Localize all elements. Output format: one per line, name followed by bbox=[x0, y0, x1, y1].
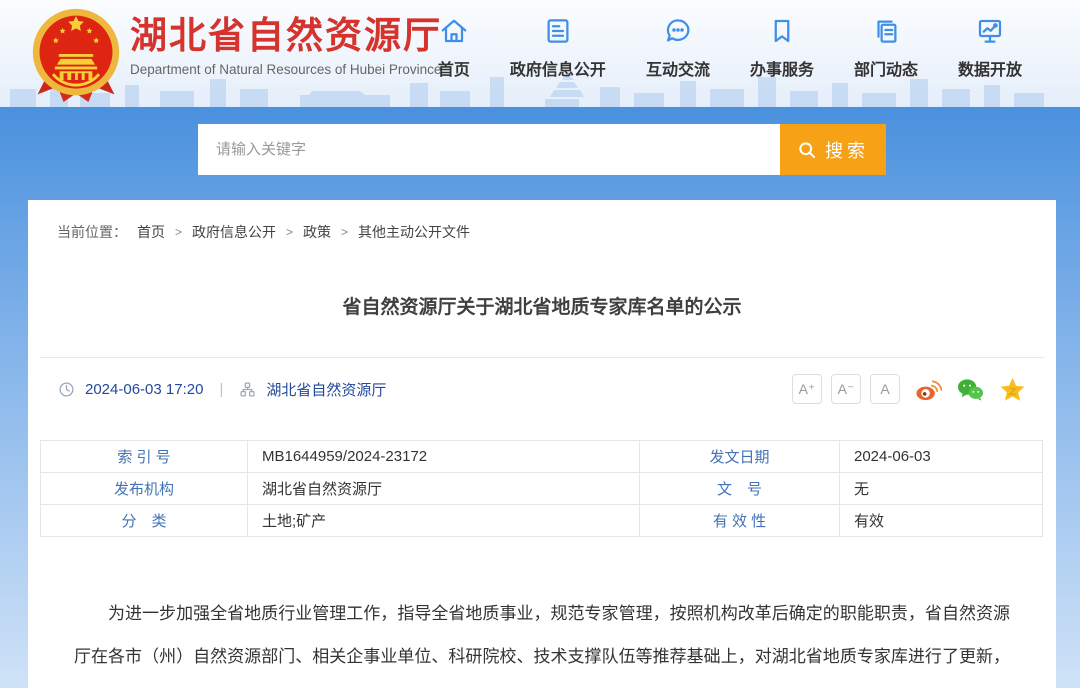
font-smaller-button[interactable]: A⁻ bbox=[831, 374, 861, 404]
breadcrumb-item-other-docs[interactable]: 其他主动公开文件 bbox=[358, 222, 470, 242]
field-label-issue-date: 发文日期 bbox=[640, 441, 840, 473]
font-larger-button[interactable]: A⁺ bbox=[792, 374, 822, 404]
field-label-document-number: 文 号 bbox=[640, 473, 840, 505]
breadcrumb-prefix: 当前位置： bbox=[57, 222, 127, 242]
breadcrumb-separator: > bbox=[286, 225, 293, 239]
weibo-share-icon[interactable] bbox=[915, 376, 942, 403]
article-meta-row: 2024-06-03 17:20 | 湖北省自然资源厅 A⁺ A⁻ A bbox=[58, 358, 1026, 420]
breadcrumb-separator: > bbox=[175, 225, 182, 239]
nav-item-department-news[interactable]: 部门动态 bbox=[854, 16, 918, 80]
data-monitor-icon bbox=[975, 16, 1005, 46]
field-value-issuing-agency: 湖北省自然资源厅 bbox=[248, 473, 640, 505]
nav-label: 数据开放 bbox=[958, 56, 1022, 80]
meta-right: A⁺ A⁻ A bbox=[792, 374, 1026, 404]
nav-label: 互动交流 bbox=[646, 56, 710, 80]
breadcrumb: 当前位置： 首页 > 政府信息公开 > 政策 > 其他主动公开文件 bbox=[28, 200, 1056, 242]
search-bar: 搜索 bbox=[198, 124, 886, 175]
content-card: 当前位置： 首页 > 政府信息公开 > 政策 > 其他主动公开文件 省自然资源厅… bbox=[28, 200, 1056, 688]
nav-item-home[interactable]: 首页 bbox=[438, 16, 470, 80]
nav-item-services[interactable]: 办事服务 bbox=[750, 16, 814, 80]
home-icon bbox=[439, 16, 469, 46]
nav-label: 首页 bbox=[438, 56, 470, 80]
meta-separator: | bbox=[219, 381, 223, 398]
breadcrumb-separator: > bbox=[341, 225, 348, 239]
field-label-issuing-agency: 发布机构 bbox=[41, 473, 248, 505]
wechat-share-icon[interactable] bbox=[957, 376, 984, 403]
table-row: 发布机构 湖北省自然资源厅 文 号 无 bbox=[41, 473, 1043, 505]
search-button-label: 搜索 bbox=[825, 137, 869, 163]
national-emblem-logo[interactable] bbox=[28, 6, 124, 104]
qzone-share-icon[interactable] bbox=[999, 376, 1026, 403]
breadcrumb-item-policy[interactable]: 政策 bbox=[303, 222, 331, 242]
field-label-category: 分 类 bbox=[41, 505, 248, 537]
search-button[interactable]: 搜索 bbox=[780, 124, 886, 175]
bookmark-icon bbox=[767, 16, 797, 46]
publish-time: 2024-06-03 17:20 bbox=[85, 381, 203, 398]
field-value-validity: 有效 bbox=[840, 505, 1043, 537]
font-reset-button[interactable]: A bbox=[870, 374, 900, 404]
breadcrumb-item-gov-info[interactable]: 政府信息公开 bbox=[192, 222, 276, 242]
nav-item-gov-info[interactable]: 政府信息公开 bbox=[510, 16, 606, 80]
document-meta-table: 索 引 号 MB1644959/2024-23172 发文日期 2024-06-… bbox=[40, 440, 1043, 537]
nav-label: 办事服务 bbox=[750, 56, 814, 80]
documents-copy-icon bbox=[871, 16, 901, 46]
nav-item-open-data[interactable]: 数据开放 bbox=[958, 16, 1022, 80]
article-source-link[interactable]: 湖北省自然资源厅 bbox=[266, 379, 386, 400]
site-brand: 湖北省自然资源厅 Department of Natural Resources… bbox=[130, 14, 442, 77]
organization-icon bbox=[239, 381, 256, 398]
field-value-document-number: 无 bbox=[840, 473, 1043, 505]
table-row: 分 类 土地;矿产 有 效 性 有效 bbox=[41, 505, 1043, 537]
clock-icon bbox=[58, 381, 75, 398]
field-value-issue-date: 2024-06-03 bbox=[840, 441, 1043, 473]
field-label-validity: 有 效 性 bbox=[640, 505, 840, 537]
article-title: 省自然资源厅关于湖北省地质专家库名单的公示 bbox=[28, 292, 1056, 319]
gov-info-icon bbox=[543, 16, 573, 46]
search-icon bbox=[797, 140, 817, 160]
article-body-paragraph: 为进一步加强全省地质行业管理工作，指导全省地质事业，规范专家管理，按照机构改革后… bbox=[74, 592, 1010, 688]
page: 湖北省自然资源厅 Department of Natural Resources… bbox=[0, 0, 1080, 688]
site-subtitle: Department of Natural Resources of Hubei… bbox=[130, 62, 442, 77]
site-header: 湖北省自然资源厅 Department of Natural Resources… bbox=[0, 0, 1080, 107]
field-value-category: 土地;矿产 bbox=[248, 505, 640, 537]
site-title: 湖北省自然资源厅 bbox=[130, 14, 442, 58]
nav-label: 政府信息公开 bbox=[510, 56, 606, 80]
main-nav: 首页 政府信息公开 互动交流 办事服务 bbox=[438, 16, 1022, 80]
field-value-index-number: MB1644959/2024-23172 bbox=[248, 441, 640, 473]
breadcrumb-item-home[interactable]: 首页 bbox=[137, 222, 165, 242]
nav-item-interaction[interactable]: 互动交流 bbox=[646, 16, 710, 80]
chat-bubble-icon bbox=[663, 16, 693, 46]
search-input[interactable] bbox=[198, 124, 780, 175]
table-row: 索 引 号 MB1644959/2024-23172 发文日期 2024-06-… bbox=[41, 441, 1043, 473]
meta-left: 2024-06-03 17:20 | 湖北省自然资源厅 bbox=[58, 379, 386, 400]
field-label-index-number: 索 引 号 bbox=[41, 441, 248, 473]
nav-label: 部门动态 bbox=[854, 56, 918, 80]
